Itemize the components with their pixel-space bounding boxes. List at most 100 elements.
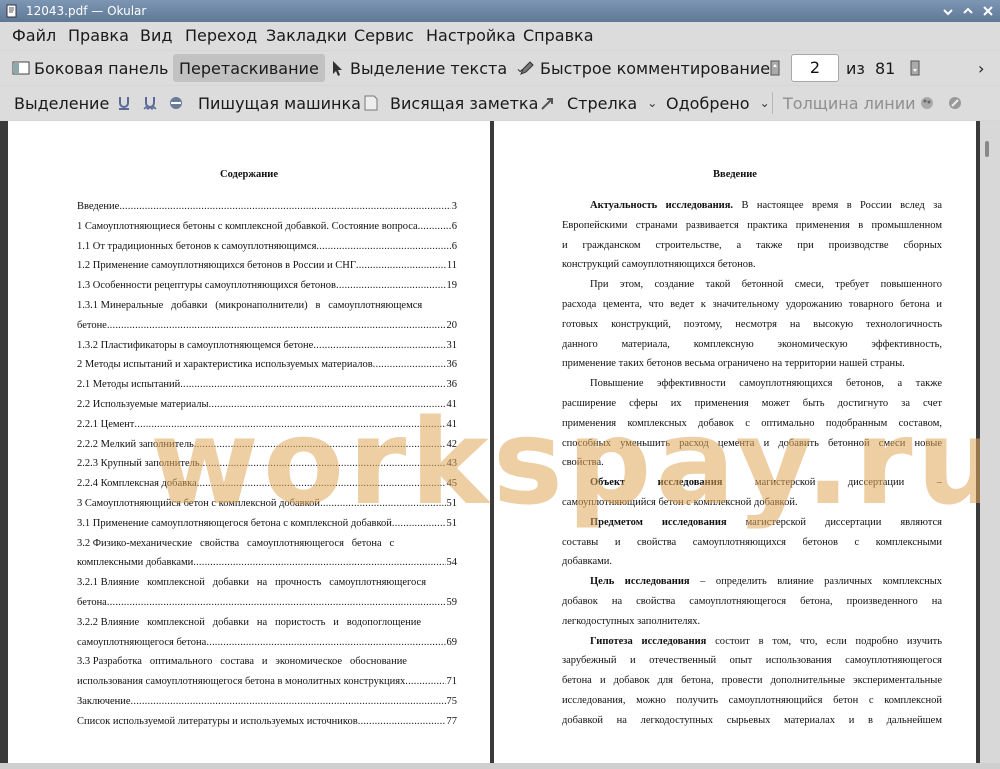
brush-icon bbox=[946, 94, 964, 112]
typewriter-button[interactable]: Пишущая машинка bbox=[198, 89, 361, 117]
toc-entry[interactable]: 2.1 Методы испытаний 36 bbox=[77, 378, 457, 392]
toc-entry[interactable]: 1.1 От традиционных бетонов к самоуплотн… bbox=[77, 240, 457, 254]
intro-line-text: Повышение эффективности самоуплотняющихс… bbox=[590, 378, 942, 390]
squiggly-button[interactable] bbox=[141, 89, 163, 117]
opacity-icon[interactable] bbox=[946, 89, 968, 117]
arrow-label: Стрелка bbox=[567, 93, 638, 113]
hanging-note-button[interactable]: Висящая заметка bbox=[362, 89, 538, 117]
intro-line: Актуальность исследования. В настоящее в… bbox=[590, 199, 942, 213]
underline-button[interactable] bbox=[115, 89, 137, 117]
toc-entry[interactable]: 3.2.2 Влияние комплексной добавки на пор… bbox=[77, 616, 457, 630]
page-total-label: 81 bbox=[875, 58, 896, 78]
toc-entry[interactable]: 2.2.3 Крупный заполнитель 43 bbox=[77, 457, 457, 471]
pen-icon bbox=[518, 59, 536, 77]
menu-tools[interactable]: Сервис bbox=[354, 26, 414, 46]
toc-entry[interactable]: 3.2.1 Влияние комплексной добавки на про… bbox=[77, 576, 457, 590]
intro-line-text: добавками. bbox=[562, 556, 613, 568]
toc-entry[interactable]: 2.2.1 Цемент 41 bbox=[77, 418, 457, 432]
color-icon[interactable] bbox=[918, 89, 940, 117]
toc-leader-dots bbox=[209, 398, 446, 412]
toc-entry[interactable]: самоуплотняющегося бетона 69 bbox=[77, 636, 457, 650]
intro-line-text: добавкой на легкодоступных сырьевых мате… bbox=[562, 714, 942, 726]
toc-entry[interactable]: 2.2 Используемые материалы 41 bbox=[77, 398, 457, 412]
toc-entry[interactable]: 1.3 Особенности рецептуры самоуплотняющи… bbox=[77, 279, 457, 293]
toc-leader-dots bbox=[373, 358, 446, 372]
maximize-icon[interactable] bbox=[960, 3, 976, 19]
line-width-button[interactable]: Толщина линии bbox=[783, 89, 916, 117]
intro-line: составы и свойства самоуплотняющихся бет… bbox=[562, 536, 942, 550]
toc-entry-title: 1.1 От традиционных бетонов к самоуплотн… bbox=[77, 240, 317, 252]
toc-entry[interactable]: комплексными добавками 54 bbox=[77, 556, 457, 570]
toc-entry[interactable]: 3.3 Разработка оптимального состава и эк… bbox=[77, 655, 457, 669]
toc-entry[interactable]: 1.3.1 Минеральные добавки (микронаполнит… bbox=[77, 299, 457, 313]
toolbar-divider bbox=[772, 92, 773, 114]
intro-line-text: магистерской диссертации – bbox=[722, 477, 942, 489]
toc-entry[interactable]: 2.2.4 Комплексная добавка 45 bbox=[77, 477, 457, 491]
intro-line: Повышение эффективности самоуплотняющихс… bbox=[590, 377, 942, 391]
toc-entry-page: 45 bbox=[446, 478, 458, 490]
intro-line-text: применения комплексных добавок с оптимал… bbox=[562, 417, 942, 429]
intro-line-text: и гражданском строительстве, а также при… bbox=[562, 239, 942, 251]
pdf-page-right: Введение Актуальность исследования. В на… bbox=[494, 121, 976, 769]
toc-entry[interactable]: Список используемой литературы и использ… bbox=[77, 715, 457, 729]
stamp-chevron-down-icon[interactable]: ⌄ bbox=[760, 96, 770, 110]
sidebar-button[interactable]: Боковая панель bbox=[12, 54, 168, 82]
toc-entry[interactable]: 1.3.2 Пластификаторы в самоуплотняющемся… bbox=[77, 339, 457, 353]
page-down-icon bbox=[906, 59, 924, 77]
toc-entry-title: 2.1 Методы испытаний bbox=[77, 379, 181, 391]
intro-line: Европейскими странами развивается практи… bbox=[562, 219, 942, 233]
toc-entry-title: 1.3.2 Пластификаторы в самоуплотняющемся… bbox=[77, 339, 314, 351]
intro-line-text: магистерской диссертации являются bbox=[726, 516, 942, 528]
toc-leader-dots bbox=[206, 636, 445, 650]
toc-entry-page: 43 bbox=[446, 458, 458, 470]
menu-go[interactable]: Переход bbox=[185, 26, 257, 46]
menu-settings[interactable]: Настройка bbox=[426, 26, 516, 46]
stamp-button[interactable]: Одобрено ⌄ bbox=[666, 89, 770, 117]
menu-bookmarks[interactable]: Закладки bbox=[266, 26, 347, 46]
toc-entry-title: 2 Методы испытаний и характеристика испо… bbox=[77, 359, 373, 371]
close-icon[interactable] bbox=[980, 3, 996, 19]
drag-tool-button[interactable]: Перетаскивание bbox=[173, 54, 325, 82]
toc-entry-title: 1.3 Особенности рецептуры самоуплотняющи… bbox=[77, 280, 336, 292]
toc-leader-dots bbox=[107, 319, 446, 333]
selection-button[interactable]: Выделение bbox=[14, 89, 109, 117]
page-number-input[interactable]: 2 bbox=[791, 54, 839, 82]
toolbar-overflow-icon[interactable]: › bbox=[978, 54, 984, 82]
vertical-scrollbar[interactable] bbox=[980, 121, 1000, 769]
toc-entry[interactable]: использования самоуплотняющегося бетона … bbox=[77, 675, 457, 689]
toc-entry[interactable]: Введение 3 bbox=[77, 200, 457, 214]
menu-file[interactable]: Файл bbox=[12, 26, 56, 46]
previous-page-button[interactable] bbox=[766, 54, 788, 82]
toc-entry[interactable]: бетона 59 bbox=[77, 596, 457, 610]
intro-line: добавкой на легкодоступных сырьевых мате… bbox=[562, 714, 942, 728]
document-view[interactable]: Содержание Введение 3 1 Самоуплотняющиеся … bbox=[0, 121, 1000, 769]
toc-entry-page: 75 bbox=[446, 696, 458, 707]
toc-leader-dots bbox=[356, 259, 446, 273]
next-page-button[interactable] bbox=[906, 54, 928, 82]
intro-line-text: состоит в том, что, если подробно изучит… bbox=[706, 635, 942, 647]
toc-entry[interactable]: 3 Самоуплотняющийся бетон с комплексной … bbox=[77, 497, 457, 511]
toc-entry[interactable]: 2 Методы испытаний и характеристика испо… bbox=[77, 358, 457, 372]
quick-comment-button[interactable]: Быстрое комментирование bbox=[518, 54, 770, 82]
arrow-chevron-down-icon[interactable]: ⌄ bbox=[647, 96, 657, 110]
arrow-button[interactable]: Стрелка ⌄ bbox=[539, 89, 657, 117]
minimize-icon[interactable] bbox=[940, 3, 956, 19]
intro-line: конструкций самоуплотняющихся бетонов. bbox=[562, 258, 942, 272]
toc-entry[interactable]: 3.1 Применение самоуплотняющегося бетона… bbox=[77, 517, 457, 531]
scrollbar-handle[interactable] bbox=[985, 141, 989, 157]
text-select-button[interactable]: Выделение текста ⌄ bbox=[328, 54, 525, 82]
toc-entry[interactable]: 2.2.2 Мелкий заполнитель 42 bbox=[77, 438, 457, 452]
strikeout-button[interactable] bbox=[167, 89, 189, 117]
okular-app-icon bbox=[5, 4, 19, 18]
menu-edit[interactable]: Правка bbox=[68, 26, 129, 46]
toc-entry[interactable]: Заключение 75 bbox=[77, 695, 457, 709]
toc-entry[interactable]: бетоне 20 bbox=[77, 319, 457, 333]
menu-help[interactable]: Справка bbox=[523, 26, 594, 46]
title-bar: 12043.pdf — Okular bbox=[0, 0, 1000, 22]
toc-entry[interactable]: 1.2 Применение самоуплотняющихся бетонов… bbox=[77, 259, 457, 273]
approved-label: Одобрено bbox=[666, 93, 750, 113]
toc-entry[interactable]: 3.2 Физико-механические свойства самоупл… bbox=[77, 537, 457, 551]
window-title: 12043.pdf — Okular bbox=[26, 4, 147, 18]
menu-view[interactable]: Вид bbox=[140, 26, 172, 46]
toc-entry[interactable]: 1 Самоуплотняющиеся бетоны с комплексной… bbox=[77, 220, 457, 234]
